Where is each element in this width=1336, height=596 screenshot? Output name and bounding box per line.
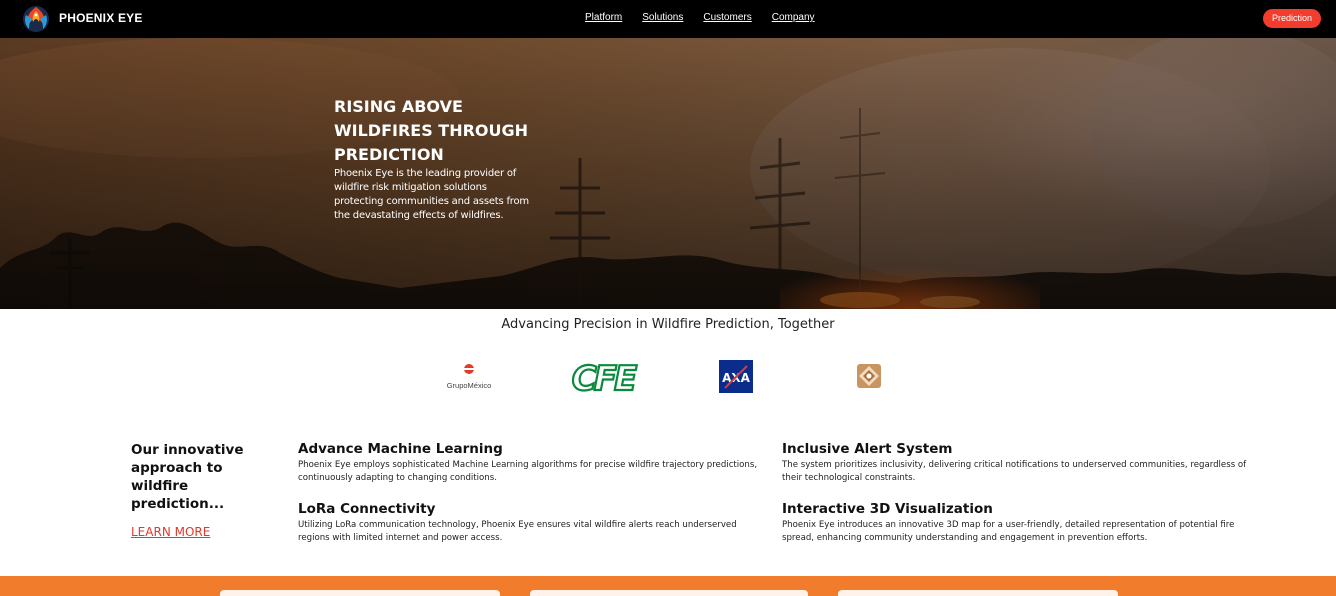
brand-name[interactable]: PHOENIX EYE [59, 11, 143, 25]
phoenix-logo-icon[interactable] [20, 3, 52, 35]
feature-title: Inclusive Alert System [782, 441, 953, 457]
learn-more-link[interactable]: LEARN MORE [131, 525, 210, 539]
feature-title: LoRa Connectivity [298, 501, 436, 517]
feature-text: Phoenix Eye introduces an innovative 3D … [782, 520, 1235, 543]
feature-text: Phoenix Eye employs sophisticated Machin… [298, 460, 758, 483]
top-navbar: PHOENIX EYE Platform Solutions Customers… [0, 0, 1336, 38]
band-card [838, 590, 1118, 596]
nav-link-platform[interactable]: Platform [585, 12, 622, 23]
feature-lora-connectivity: LoRa Connectivity Utilizing LoRa communi… [298, 501, 763, 545]
nav-link-customers[interactable]: Customers [703, 12, 751, 23]
feature-text: The system prioritizes inclusivity, deli… [782, 460, 1247, 483]
hero-section: RISING ABOVE WILDFIRES THROUGH PREDICTIO… [0, 38, 1336, 309]
university-crest-logo [856, 363, 882, 389]
main-menu: Platform Solutions Customers Company [585, 12, 815, 23]
feature-text: Utilizing LoRa communication technology,… [298, 520, 737, 543]
cfe-logo: CFE [568, 358, 641, 400]
axa-logo: AXA [719, 360, 753, 393]
approach-heading: Our innovative approach to wildfire pred… [131, 442, 244, 512]
hero-description: Phoenix Eye is the leading provider of w… [334, 168, 529, 221]
grupo-mexico-logo: GrupoMéxico [440, 362, 498, 392]
partners-heading: Advancing Precision in Wildfire Predicti… [501, 317, 835, 332]
band-card [530, 590, 808, 596]
hero-title: RISING ABOVE WILDFIRES THROUGH PREDICTIO… [334, 97, 529, 164]
feature-3d-visualization: Interactive 3D Visualization Phoenix Eye… [782, 501, 1247, 545]
wildfire-background-image [0, 38, 1336, 309]
band-card [220, 590, 500, 596]
feature-inclusive-alert: Inclusive Alert System The system priori… [782, 441, 1247, 485]
feature-machine-learning: Advance Machine Learning Phoenix Eye emp… [298, 441, 763, 485]
nav-link-solutions[interactable]: Solutions [642, 12, 683, 23]
cfe-text: CFE [572, 359, 637, 396]
grupo-mexico-text: GrupoMéxico [447, 381, 492, 390]
feature-title: Interactive 3D Visualization [782, 501, 993, 517]
prediction-button[interactable]: Prediction [1263, 9, 1321, 28]
orange-footer-band [0, 576, 1336, 596]
nav-link-company[interactable]: Company [772, 12, 815, 23]
feature-title: Advance Machine Learning [298, 441, 503, 457]
